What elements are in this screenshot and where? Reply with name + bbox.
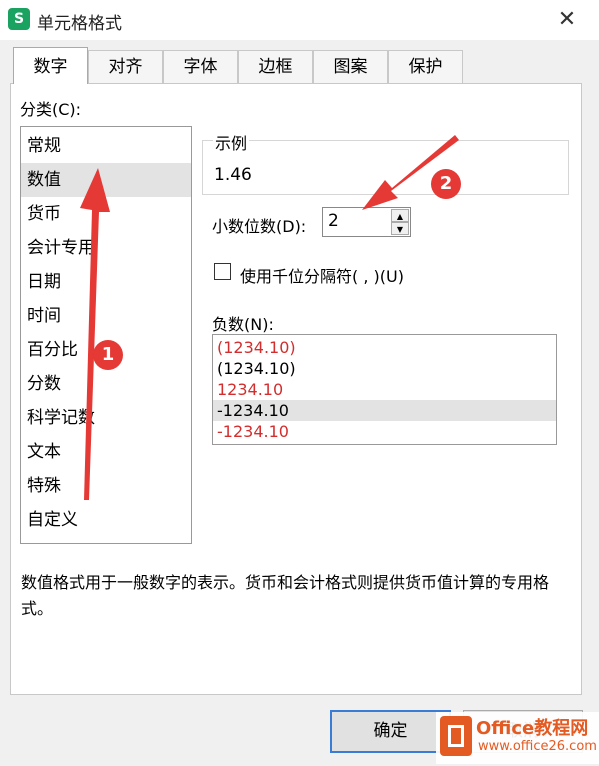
callout-badge-2: 2 — [431, 169, 461, 199]
tab-number[interactable]: 数字 — [13, 47, 88, 84]
callout-badge-1: 1 — [93, 340, 123, 370]
annotation-arrows — [80, 135, 459, 500]
arrow-1-icon — [80, 168, 110, 500]
